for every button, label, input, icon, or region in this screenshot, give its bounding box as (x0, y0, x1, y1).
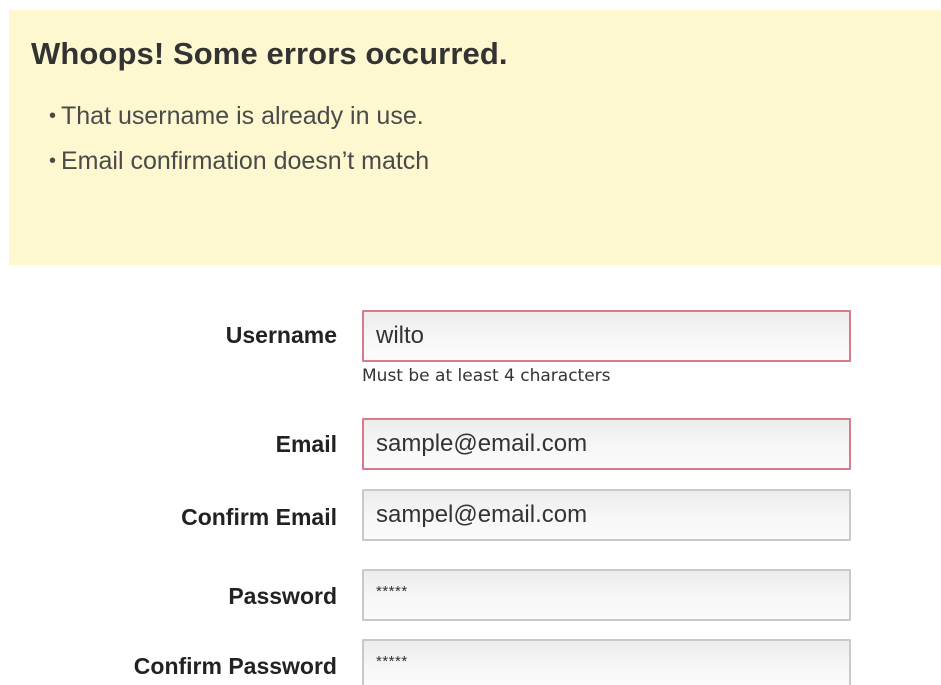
username-label: Username (225, 322, 337, 348)
error-message: That username is already in use. (61, 102, 424, 130)
error-title: Whoops! Some errors occurred. (31, 36, 508, 71)
confirm-password-label: Confirm Password (133, 653, 337, 679)
error-message: Email confirmation doesn’t match (61, 147, 430, 175)
username-input[interactable] (362, 310, 851, 362)
email-input[interactable] (362, 418, 851, 470)
signup-page: Whoops! Some errors occurred. • That use… (0, 0, 941, 685)
error-item: • That username is already in use. (31, 94, 941, 139)
error-list: • That username is already in use. • Ema… (31, 94, 941, 184)
confirm-email-label: Confirm Email (181, 504, 337, 530)
password-input[interactable] (362, 569, 851, 621)
confirm-password-input[interactable] (362, 639, 851, 685)
bullet-icon: • (49, 105, 57, 127)
error-summary-panel: Whoops! Some errors occurred. • That use… (9, 10, 941, 265)
email-label: Email (275, 431, 337, 457)
username-hint: Must be at least 4 characters (362, 366, 611, 386)
confirm-email-input[interactable] (362, 489, 851, 541)
error-item: • Email confirmation doesn’t match (31, 139, 941, 184)
bullet-icon: • (49, 150, 57, 172)
password-label: Password (228, 583, 337, 609)
